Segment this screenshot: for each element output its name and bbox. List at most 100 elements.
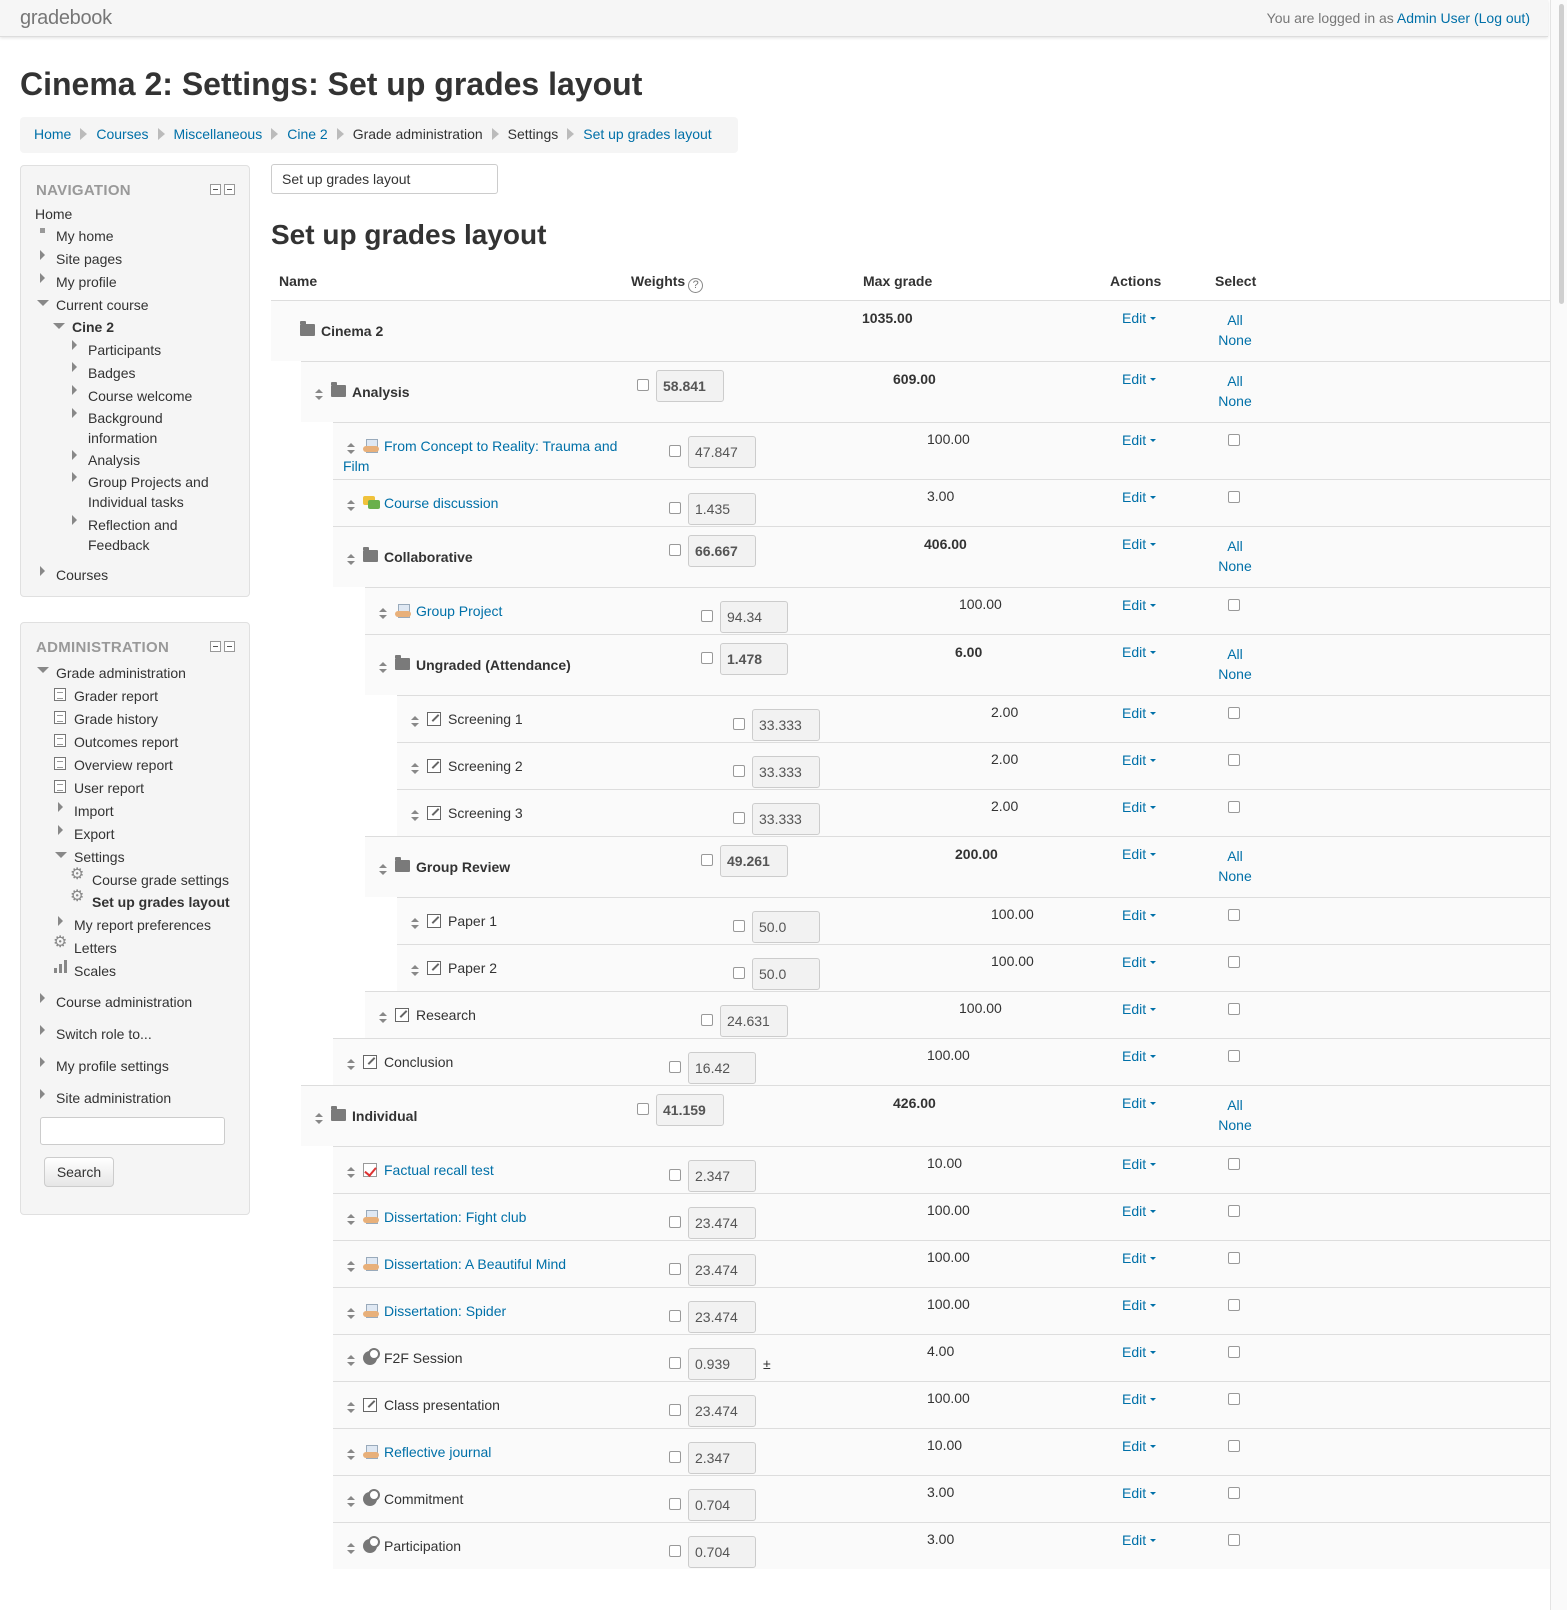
select-checkbox[interactable] <box>1228 1440 1240 1452</box>
weight-override-checkbox[interactable] <box>669 1310 681 1322</box>
weight-input[interactable]: 2.347 <box>688 1160 756 1192</box>
weight-override-checkbox[interactable] <box>669 1451 681 1463</box>
admin-grader-report[interactable]: Grader report <box>74 686 158 706</box>
edit-menu[interactable]: Edit <box>1122 705 1156 721</box>
select-none-link[interactable]: None <box>1215 330 1255 350</box>
weight-input[interactable]: 33.333 <box>752 756 820 788</box>
edit-menu[interactable]: Edit <box>1122 907 1156 923</box>
weight-input[interactable]: 0.704 <box>688 1536 756 1568</box>
weight-input[interactable]: 33.333 <box>752 709 820 741</box>
select-all-link[interactable]: All <box>1215 371 1255 391</box>
move-icon[interactable] <box>345 1059 355 1071</box>
nav-course-welcome[interactable]: Course welcome <box>88 386 192 406</box>
move-icon[interactable] <box>345 1449 355 1461</box>
nav-participants[interactable]: Participants <box>88 340 161 360</box>
nav-home[interactable]: Home <box>35 204 72 224</box>
select-all-link[interactable]: All <box>1215 536 1255 556</box>
collapse-icon[interactable] <box>210 641 221 652</box>
admin-scales[interactable]: Scales <box>74 961 116 981</box>
select-checkbox[interactable] <box>1228 1205 1240 1217</box>
grade-item-name-cont[interactable]: Film <box>343 456 369 476</box>
select-checkbox[interactable] <box>1228 1346 1240 1358</box>
edit-menu[interactable]: Edit <box>1122 846 1156 862</box>
move-icon[interactable] <box>345 1308 355 1320</box>
move-icon[interactable] <box>313 389 323 401</box>
admin-course-administration[interactable]: Course administration <box>56 992 192 1012</box>
grade-item-name[interactable]: Dissertation: Fight club <box>384 1207 526 1227</box>
jump-to-select[interactable]: Set up grades layout <box>271 164 498 194</box>
edit-menu[interactable]: Edit <box>1122 1532 1156 1548</box>
select-checkbox[interactable] <box>1228 1050 1240 1062</box>
grade-item-name[interactable]: Group Project <box>416 601 502 621</box>
admin-letters[interactable]: Letters <box>74 938 117 958</box>
move-icon[interactable] <box>345 443 355 455</box>
dock-icon[interactable] <box>224 184 235 195</box>
admin-settings[interactable]: Settings <box>74 847 125 867</box>
move-icon[interactable] <box>345 1355 355 1367</box>
select-checkbox[interactable] <box>1228 909 1240 921</box>
grade-item-name[interactable]: Factual recall test <box>384 1160 494 1180</box>
move-icon[interactable] <box>345 1167 355 1179</box>
select-none-link[interactable]: None <box>1215 664 1255 684</box>
select-checkbox[interactable] <box>1228 1158 1240 1170</box>
move-icon[interactable] <box>377 864 387 876</box>
admin-import[interactable]: Import <box>74 801 114 821</box>
admin-grade-administration[interactable]: Grade administration <box>56 663 186 683</box>
edit-menu[interactable]: Edit <box>1122 1438 1156 1454</box>
weight-override-checkbox[interactable] <box>733 967 745 979</box>
select-all-link[interactable]: All <box>1215 846 1255 866</box>
select-none-link[interactable]: None <box>1215 866 1255 886</box>
select-checkbox[interactable] <box>1228 1003 1240 1015</box>
weight-input[interactable]: 24.631 <box>720 1005 788 1037</box>
move-icon[interactable] <box>345 1496 355 1508</box>
weight-input[interactable]: 58.841 <box>656 370 724 402</box>
dock-icon[interactable] <box>224 641 235 652</box>
move-icon[interactable] <box>409 716 419 728</box>
edit-menu[interactable]: Edit <box>1122 1095 1156 1111</box>
edit-menu[interactable]: Edit <box>1122 1485 1156 1501</box>
select-checkbox[interactable] <box>1228 707 1240 719</box>
grade-item-name[interactable]: Course discussion <box>384 493 498 513</box>
logout-link[interactable]: (Log out) <box>1474 10 1530 26</box>
weight-input[interactable]: 1.435 <box>688 493 756 525</box>
expand-icon[interactable] <box>58 916 63 926</box>
admin-my-report-preferences[interactable]: My report preferences <box>74 915 211 935</box>
weight-override-checkbox[interactable] <box>733 765 745 777</box>
weight-override-checkbox[interactable] <box>669 1545 681 1557</box>
expand-icon[interactable] <box>72 385 77 395</box>
expand-icon[interactable] <box>40 1089 45 1099</box>
select-checkbox[interactable] <box>1228 434 1240 446</box>
user-link[interactable]: Admin User <box>1397 10 1470 26</box>
weight-input[interactable]: 0.939 <box>688 1348 756 1380</box>
edit-menu[interactable]: Edit <box>1122 954 1156 970</box>
admin-my-profile-settings[interactable]: My profile settings <box>56 1056 169 1076</box>
admin-switch-role[interactable]: Switch role to... <box>56 1024 152 1044</box>
edit-menu[interactable]: Edit <box>1122 644 1156 660</box>
edit-menu[interactable]: Edit <box>1122 752 1156 768</box>
move-icon[interactable] <box>377 662 387 674</box>
collapse-icon[interactable] <box>37 667 49 673</box>
weight-override-checkbox[interactable] <box>701 1014 713 1026</box>
select-all-link[interactable]: All <box>1215 310 1255 330</box>
grade-item-name[interactable]: Dissertation: A Beautiful Mind <box>384 1254 566 1274</box>
select-checkbox[interactable] <box>1228 1252 1240 1264</box>
edit-menu[interactable]: Edit <box>1122 432 1156 448</box>
nav-background-info[interactable]: Background information <box>88 408 183 448</box>
move-icon[interactable] <box>345 1214 355 1226</box>
weight-override-checkbox[interactable] <box>637 379 649 391</box>
move-icon[interactable] <box>345 1402 355 1414</box>
weight-input[interactable]: 1.478 <box>720 643 788 675</box>
expand-icon[interactable] <box>40 993 45 1003</box>
weight-override-checkbox[interactable] <box>669 1263 681 1275</box>
site-brand[interactable]: gradebook <box>20 7 112 30</box>
edit-menu[interactable]: Edit <box>1122 1297 1156 1313</box>
breadcrumb-home[interactable]: Home <box>34 126 71 142</box>
weight-input[interactable]: 23.474 <box>688 1395 756 1427</box>
weight-input[interactable]: 49.261 <box>720 845 788 877</box>
nav-my-home[interactable]: My home <box>56 226 114 246</box>
weight-override-checkbox[interactable] <box>669 544 681 556</box>
expand-icon[interactable] <box>58 825 63 835</box>
weight-override-checkbox[interactable] <box>669 1216 681 1228</box>
edit-menu[interactable]: Edit <box>1122 310 1156 326</box>
expand-icon[interactable] <box>72 472 77 482</box>
